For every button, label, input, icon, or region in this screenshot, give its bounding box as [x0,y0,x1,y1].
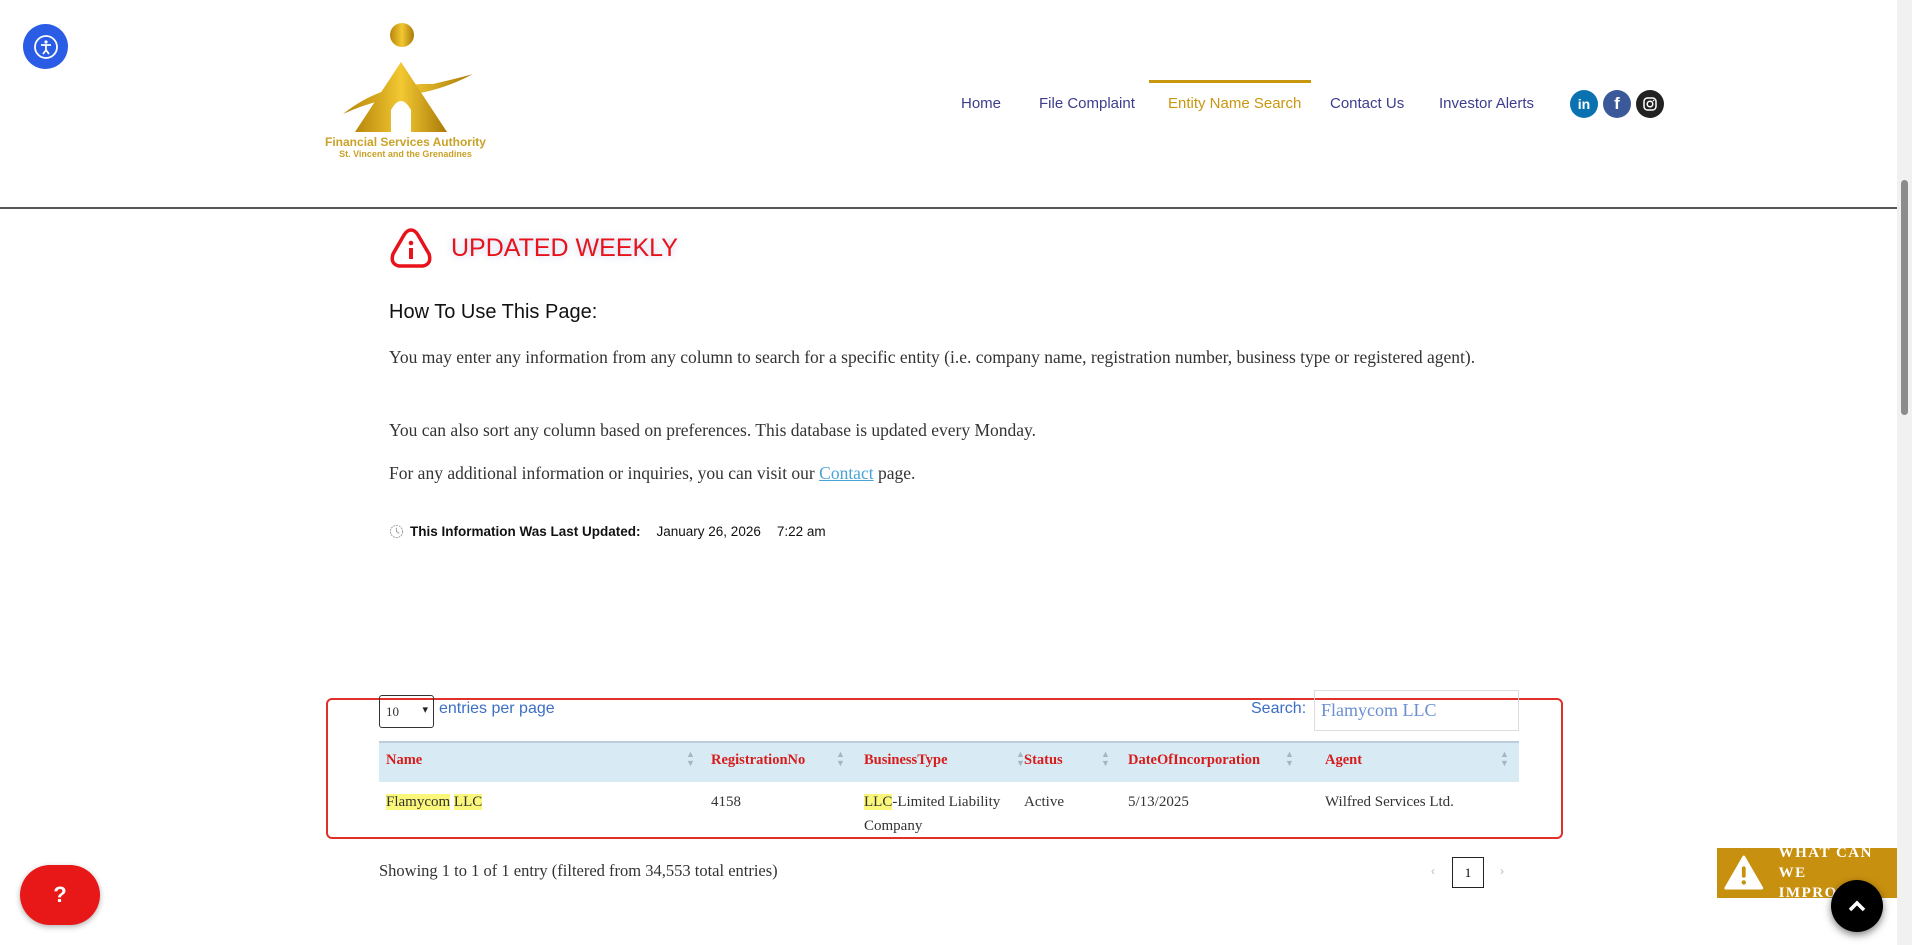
help-button[interactable]: ? [20,865,100,925]
howto-paragraph-3: For any additional information or inquir… [389,459,1519,488]
logo-subtitle: St. Vincent and the Grenadines [339,149,472,159]
highlight: LLC [453,794,483,810]
text: Company [864,818,923,834]
nav-home[interactable]: Home [961,95,1001,112]
feedback-line-1: WHAT CAN [1778,845,1873,861]
col-business-type[interactable]: BusinessType [864,752,948,769]
sort-icon[interactable]: ▲ ▼ [836,750,845,768]
table-info: Showing 1 to 1 of 1 entry (filtered from… [379,861,778,880]
nav-contact-us[interactable]: Contact Us [1330,95,1404,112]
sort-icon[interactable]: ▲ ▼ [1016,750,1025,768]
text: For any additional information or inquir… [389,463,820,483]
clock-icon [389,524,404,539]
cell-registration-no: 4158 [711,794,741,810]
active-nav-indicator [1149,80,1311,83]
cell-date: 5/13/2025 [1128,794,1189,810]
linkedin-icon[interactable]: in [1570,90,1598,118]
facebook-icon[interactable]: f [1603,90,1631,118]
nav-file-complaint[interactable]: File Complaint [1039,95,1135,112]
sort-icon[interactable]: ▲ ▼ [1285,750,1294,768]
last-updated-time: 7:22 am [776,524,826,539]
page-size-value: 10 [386,704,399,719]
last-updated-label: This Information Was Last Updated: [410,524,641,539]
page-1-button[interactable]: 1 [1452,857,1484,888]
col-name[interactable]: Name [386,752,422,769]
prev-page-button[interactable]: ‹ [1431,864,1435,878]
entries-per-page-label: entries per page [439,700,555,717]
col-date-of-incorporation[interactable]: DateOfIncorporation [1128,752,1260,769]
col-status[interactable]: Status [1024,752,1063,769]
next-page-button[interactable]: › [1500,864,1504,878]
scrollbar[interactable] [1897,0,1912,945]
chevron-down-icon: ▾ [422,704,428,716]
accessibility-icon [33,34,58,59]
instagram-icon[interactable] [1636,90,1664,118]
last-updated: This Information Was Last Updated: Janua… [389,524,826,539]
sort-icon[interactable]: ▲ ▼ [1101,750,1110,768]
warning-icon [1724,855,1764,890]
search-label: Search: [1251,700,1307,717]
updated-weekly-title: UPDATED WEEKLY [451,234,678,262]
logo-title: Financial Services Authority [325,135,486,149]
cell-status: Active [1024,794,1064,810]
contact-link[interactable]: Contact [819,463,873,483]
howto-paragraph-2: You can also sort any column based on pr… [389,420,1037,440]
chevron-up-icon [1848,900,1866,912]
text: page. [873,463,916,483]
alert-info-icon [389,226,433,275]
text: -Limited Liability [892,794,1001,810]
col-agent[interactable]: Agent [1325,752,1362,769]
scrollbar-thumb[interactable] [1901,180,1908,415]
cell-business-type: LLC-Limited Liability Company [864,790,1024,838]
highlight: LLC [864,794,893,810]
last-updated-date: January 26, 2026 [656,524,761,539]
back-to-top-button[interactable] [1831,880,1883,932]
nav-entity-name-search[interactable]: Entity Name Search [1168,95,1301,112]
how-to-heading: How To Use This Page: [389,301,598,323]
search-input[interactable]: Flamycom LLC [1314,690,1519,731]
highlight: Flamycom [386,794,451,810]
fsa-logo[interactable]: Financial Services Authority St. Vincent… [313,22,498,162]
cell-name: Flamycom LLC [386,790,483,814]
howto-paragraph-1: You may enter any information from any c… [389,347,1476,367]
accessibility-button[interactable] [23,24,68,69]
nav-investor-alerts[interactable]: Investor Alerts [1439,95,1534,112]
col-registration-no[interactable]: RegistrationNo [711,752,805,769]
sort-icon[interactable]: ▲ ▼ [686,750,695,768]
cell-agent: Wilfred Services Ltd. [1325,794,1454,810]
header-divider [0,207,1897,209]
page-size-select[interactable]: 10 ▾ [379,695,434,728]
sort-icon[interactable]: ▲ ▼ [1500,750,1509,768]
